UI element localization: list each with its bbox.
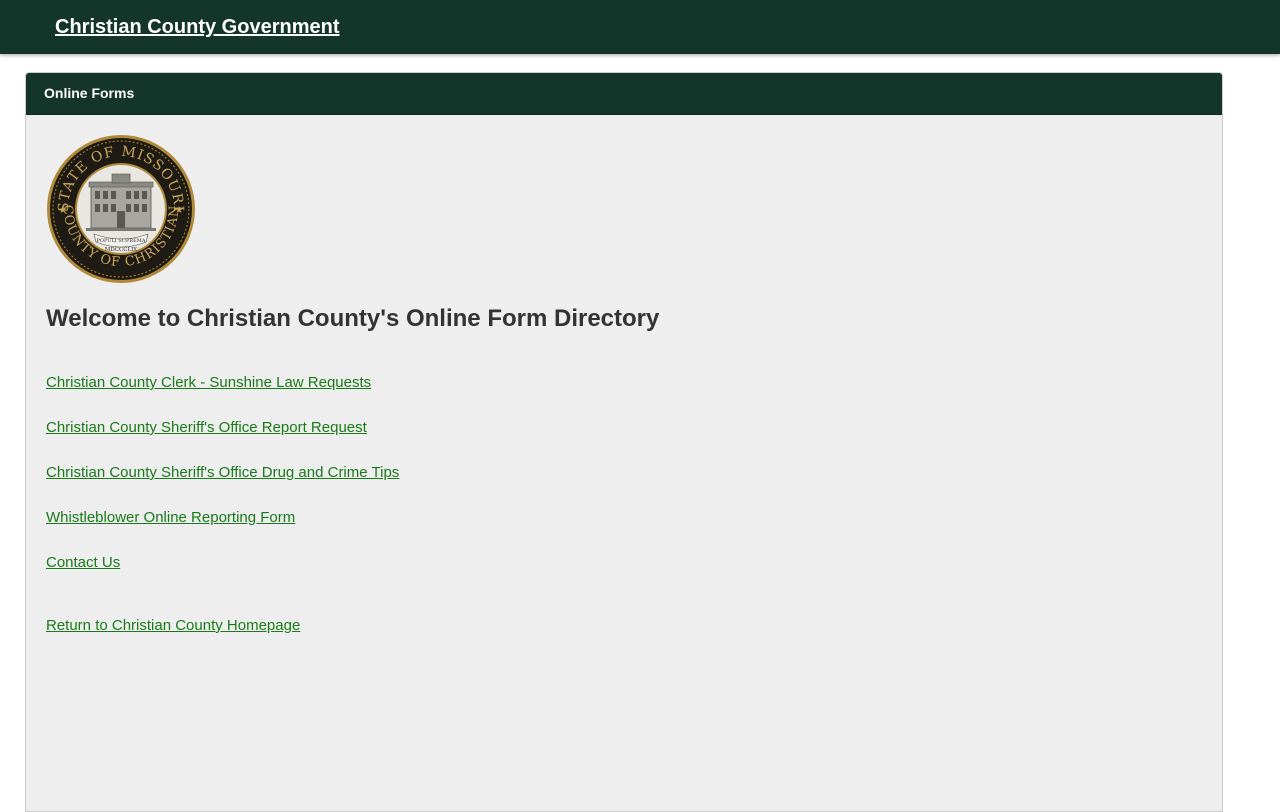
panel-header: Online Forms [26,73,1222,115]
link-whistleblower-form[interactable]: Whistleblower Online Reporting Form [46,509,295,527]
link-sheriff-report-request[interactable]: Christian County Sheriff's Office Report… [46,419,367,437]
seal-year-text: MDCCCLIX [105,247,137,253]
link-sunshine-law-requests[interactable]: Christian County Clerk - Sunshine Law Re… [46,374,371,392]
panel-title: Online Forms [44,85,135,101]
site-title-link[interactable]: Christian County Government [55,15,339,39]
county-seal-logo: STATE OF MISSOURI COUNTY OF CHRISTIAN ★ … [47,135,195,283]
link-contact-us[interactable]: Contact Us [46,554,120,572]
seal-star-left: ★ [59,205,68,216]
seal-ribbon-text: POPULI SUPREMA [97,238,146,244]
link-return-homepage[interactable]: Return to Christian County Homepage [46,617,300,635]
welcome-heading: Welcome to Christian County's Online For… [46,305,660,332]
seal-star-right: ★ [175,205,184,216]
link-sheriff-drug-crime-tips[interactable]: Christian County Sheriff's Office Drug a… [46,464,399,482]
online-forms-panel: Online Forms STATE OF MISSOURI COUNTY OF… [25,72,1223,812]
site-header: Christian County Government [0,0,1280,54]
courthouse-icon [86,173,156,231]
